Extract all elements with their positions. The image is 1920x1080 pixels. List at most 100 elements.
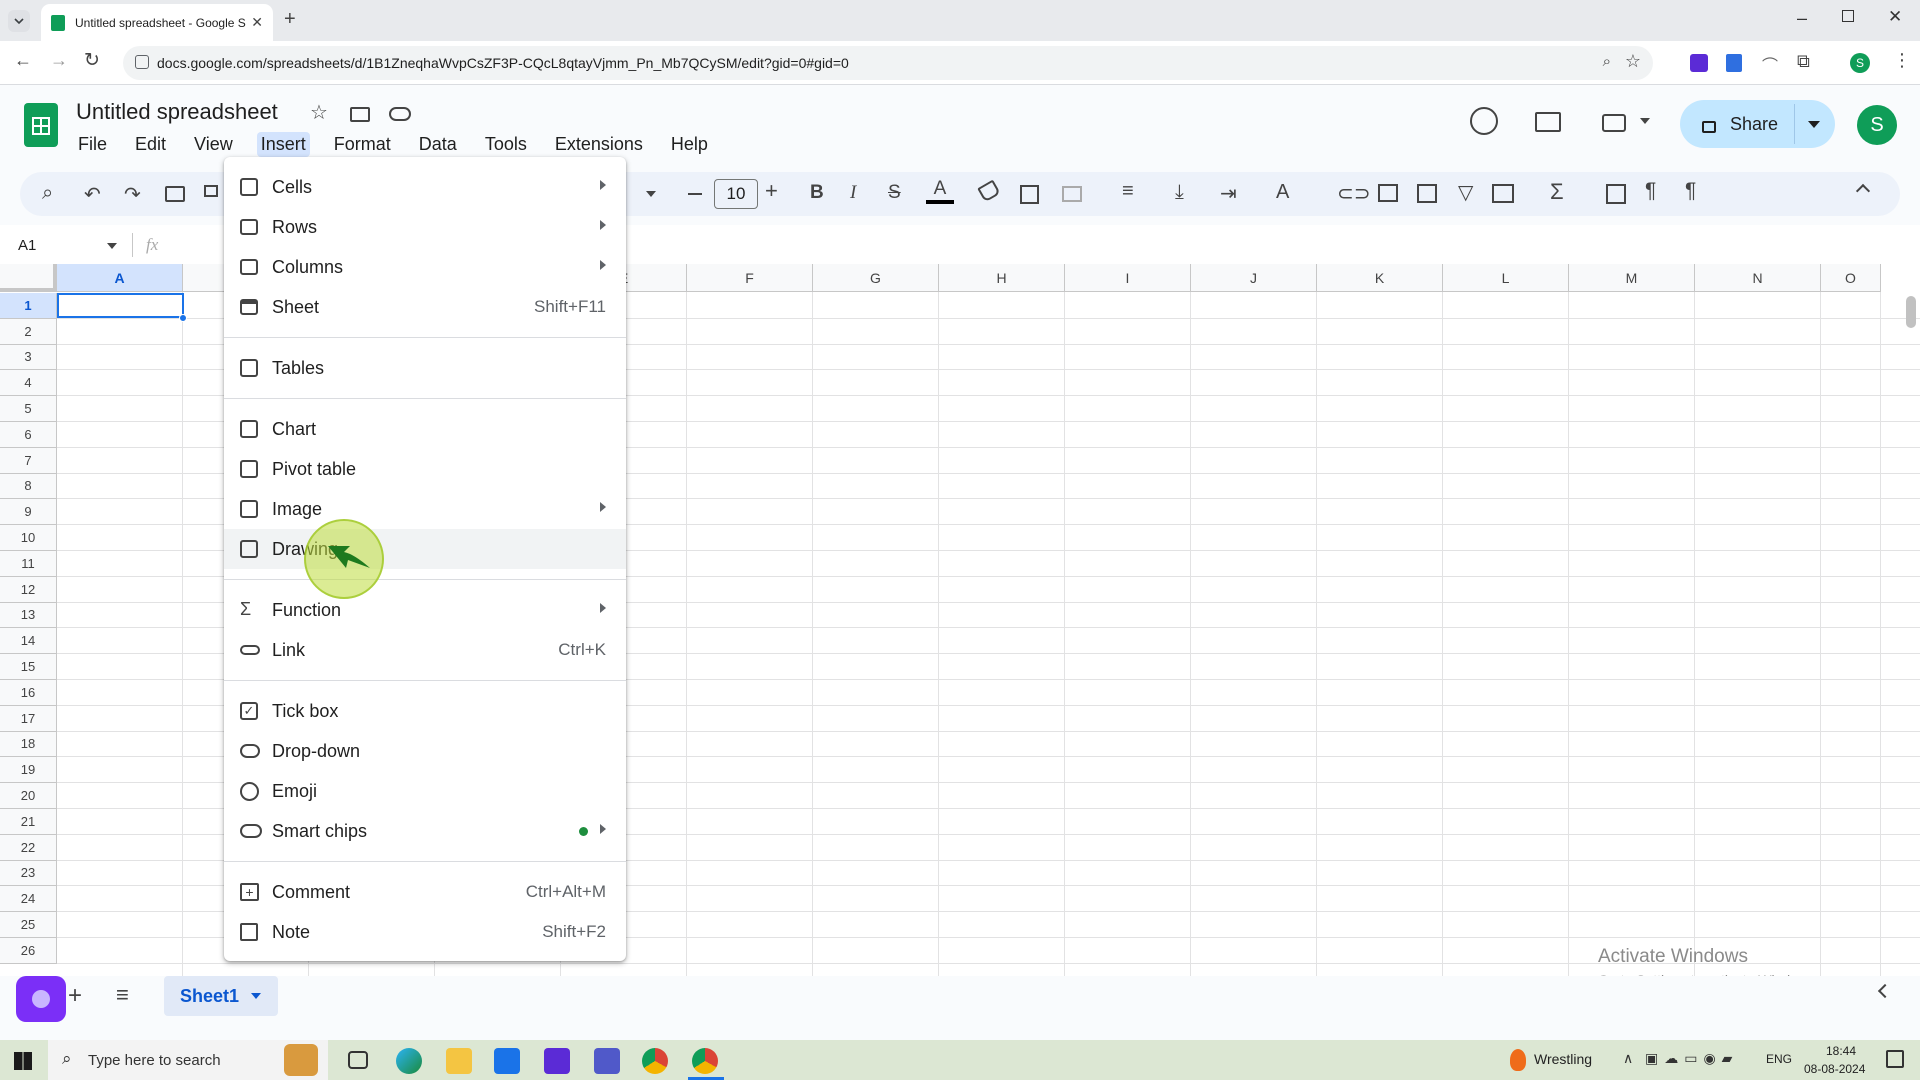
clock-date[interactable]: 08-08-2024 xyxy=(1804,1062,1865,1076)
row-header-17[interactable]: 17 xyxy=(0,705,57,732)
collapse-toolbar-icon[interactable] xyxy=(1855,183,1871,199)
meet-dropdown-icon[interactable] xyxy=(1640,118,1650,124)
menu-item-note[interactable]: Note Shift+F2 xyxy=(224,912,626,952)
column-header-i[interactable]: I xyxy=(1065,264,1191,292)
mail-icon[interactable] xyxy=(494,1048,520,1074)
menu-item-smart-chips[interactable]: Smart chips xyxy=(224,811,626,851)
profile-avatar[interactable]: S xyxy=(1850,53,1870,73)
paint-format-icon[interactable] xyxy=(204,185,218,197)
column-header-k[interactable]: K xyxy=(1317,264,1443,292)
menu-item-tick-box[interactable]: ✓ Tick box xyxy=(224,691,626,731)
redo-icon[interactable]: ↷ xyxy=(124,182,141,207)
search-menus-icon[interactable]: ⌕ xyxy=(42,182,53,205)
clock-time[interactable]: 18:44 xyxy=(1826,1044,1856,1058)
insert-chart-icon[interactable] xyxy=(1417,184,1437,203)
side-panel-toggle-icon[interactable] xyxy=(1877,983,1893,999)
row-header-7[interactable]: 7 xyxy=(0,447,57,474)
rtl-icon[interactable]: ¶ xyxy=(1685,179,1696,203)
teams-icon[interactable] xyxy=(594,1048,620,1074)
select-all-corner[interactable] xyxy=(0,264,57,292)
undo-icon[interactable]: ↶ xyxy=(84,182,101,207)
url-bar[interactable]: docs.google.com/spreadsheets/d/1B1Zneqha… xyxy=(123,46,1653,80)
menu-edit[interactable]: Edit xyxy=(131,132,170,157)
chrome-icon[interactable] xyxy=(692,1048,718,1074)
column-header-m[interactable]: M xyxy=(1569,264,1695,292)
extension-icon[interactable]: ⌒ xyxy=(1762,52,1778,76)
filter-views-icon[interactable] xyxy=(1492,184,1514,203)
site-info-icon[interactable] xyxy=(135,55,149,69)
extension-icon[interactable] xyxy=(1726,54,1742,72)
tab-search-button[interactable] xyxy=(8,10,30,32)
share-dropdown-icon[interactable] xyxy=(1808,121,1820,128)
row-header-2[interactable]: 2 xyxy=(0,318,57,345)
italic-icon[interactable]: I xyxy=(850,182,856,204)
move-folder-icon[interactable] xyxy=(350,107,370,122)
language-indicator[interactable]: ENG xyxy=(1766,1052,1792,1066)
document-title[interactable]: Untitled spreadsheet xyxy=(76,99,278,125)
horizontal-align-icon[interactable]: ≡ xyxy=(1122,180,1134,203)
name-box-dropdown-icon[interactable] xyxy=(107,243,117,249)
text-color-icon[interactable]: A xyxy=(926,178,954,204)
row-header-16[interactable]: 16 xyxy=(0,680,57,706)
menu-view[interactable]: View xyxy=(190,132,237,157)
row-header-12[interactable]: 12 xyxy=(0,576,57,603)
row-header-19[interactable]: 19 xyxy=(0,757,57,784)
menu-item-link[interactable]: Link Ctrl+K xyxy=(224,630,626,670)
strikethrough-icon[interactable]: S xyxy=(888,182,901,204)
menu-help[interactable]: Help xyxy=(667,132,712,157)
taskbar-search-box[interactable]: ⌕ Type here to search xyxy=(48,1040,328,1080)
row-header-11[interactable]: 11 xyxy=(0,551,57,577)
cloud-status-icon[interactable] xyxy=(389,107,411,121)
zoom-icon[interactable]: ⌕ xyxy=(1603,53,1611,70)
menu-item-chart[interactable]: Chart xyxy=(224,409,626,449)
merge-cells-icon[interactable] xyxy=(1062,186,1082,202)
menu-data[interactable]: Data xyxy=(415,132,461,157)
row-header-22[interactable]: 22 xyxy=(0,834,57,861)
version-history-icon[interactable] xyxy=(1470,107,1498,135)
row-header-21[interactable]: 21 xyxy=(0,809,57,835)
row-header-18[interactable]: 18 xyxy=(0,731,57,758)
increase-font-size-icon[interactable]: + xyxy=(765,178,778,204)
meet-icon[interactable] xyxy=(1602,114,1626,132)
row-header-1[interactable]: 1 xyxy=(0,293,57,319)
sheet-tab-dropdown-icon[interactable] xyxy=(251,993,262,999)
browser-menu-icon[interactable]: ⋮ xyxy=(1893,50,1911,71)
task-view-icon[interactable] xyxy=(348,1051,368,1069)
sheets-logo-icon[interactable] xyxy=(24,103,58,147)
reload-icon[interactable]: ↻ xyxy=(84,49,100,72)
row-header-5[interactable]: 5 xyxy=(0,396,57,422)
menu-item-drawing[interactable]: Drawing xyxy=(224,529,626,569)
vertical-scrollbar[interactable] xyxy=(1906,296,1916,328)
row-header-4[interactable]: 4 xyxy=(0,370,57,397)
comments-icon[interactable] xyxy=(1535,112,1561,132)
column-header-l[interactable]: L xyxy=(1443,264,1569,292)
row-header-10[interactable]: 10 xyxy=(0,525,57,551)
back-icon[interactable]: ← xyxy=(14,50,32,71)
text-wrapping-icon[interactable]: ⇥ xyxy=(1220,181,1237,206)
sheet-tab-sheet1[interactable]: Sheet1 xyxy=(164,976,278,1016)
menu-item-function[interactable]: Σ Function xyxy=(224,590,626,630)
all-sheets-icon[interactable]: ≡ xyxy=(116,982,129,1008)
filter-icon[interactable]: ▽ xyxy=(1458,180,1473,205)
file-explorer-icon[interactable] xyxy=(446,1048,472,1074)
restore-icon[interactable] xyxy=(1842,10,1854,22)
menu-item-drop-down[interactable]: Drop-down xyxy=(224,731,626,771)
vertical-align-icon[interactable]: ⤓ xyxy=(1175,181,1184,204)
menu-item-comment[interactable]: + Comment Ctrl+Alt+M xyxy=(224,872,626,912)
selected-cell-a1[interactable] xyxy=(57,293,184,318)
menu-item-emoji[interactable]: Emoji xyxy=(224,771,626,811)
name-box[interactable]: A1 xyxy=(18,237,36,254)
row-header-14[interactable]: 14 xyxy=(0,628,57,655)
minimize-icon[interactable]: – xyxy=(1797,8,1807,29)
weather-label[interactable]: Wrestling xyxy=(1534,1051,1592,1067)
font-size-input[interactable]: 10 xyxy=(714,179,758,209)
row-header-25[interactable]: 25 xyxy=(0,912,57,938)
freeze-icon[interactable] xyxy=(1606,184,1626,204)
row-header-26[interactable]: 26 xyxy=(0,938,57,964)
extension-icon[interactable] xyxy=(1690,54,1708,72)
insert-comment-icon[interactable] xyxy=(1378,184,1398,202)
fill-color-icon[interactable] xyxy=(977,179,1001,203)
assistant-launcher-button[interactable] xyxy=(16,976,66,1022)
chrome-icon[interactable] xyxy=(642,1048,668,1074)
column-header-h[interactable]: H xyxy=(939,264,1065,292)
